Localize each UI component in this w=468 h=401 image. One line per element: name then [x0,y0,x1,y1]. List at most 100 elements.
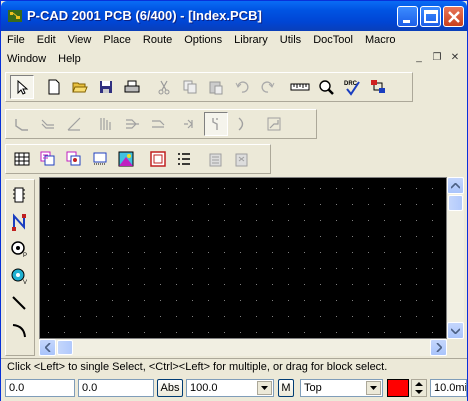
place-via-button[interactable]: V [7,264,31,288]
menu-doctool[interactable]: DocTool [307,31,359,49]
menu-options[interactable]: Options [178,31,228,49]
horizontal-scroll-thumb[interactable] [57,340,73,355]
report2-button[interactable] [230,147,254,171]
menu-help[interactable]: Help [52,50,87,68]
place-pad-button[interactable]: P [7,237,31,261]
route-interactive-button[interactable] [178,112,202,136]
x-coordinate-field[interactable]: 0.0 [5,379,75,397]
route-multi-button[interactable] [36,112,60,136]
route-push-button[interactable] [146,112,170,136]
menu-bar: File Edit View Place Route Options Library Util… [1,31,467,69]
cut-button[interactable] [152,75,176,99]
window-title: P-CAD 2001 PCB (6/400) - [Index.PCB] [27,8,262,23]
menu-edit[interactable]: Edit [31,31,62,49]
menu-file[interactable]: File [1,31,31,49]
chevron-down-icon [366,381,381,395]
pads-button[interactable] [62,147,86,171]
mdi-close-button[interactable]: ✕ [447,51,463,65]
grid-table-button[interactable] [10,147,34,171]
route-miter-button[interactable] [62,112,86,136]
place-component-button[interactable] [7,183,31,207]
save-button[interactable] [94,75,118,99]
list-icon [178,153,190,165]
image-button[interactable] [114,147,138,171]
chevron-right-icon [435,343,442,352]
pads-icon [66,151,81,166]
open-file-button[interactable] [68,75,92,99]
route-miter-icon [67,117,81,131]
minimize-button[interactable] [397,6,418,27]
close-button[interactable] [443,6,464,27]
pcb-design-canvas[interactable] [39,177,447,339]
horizontal-scrollbar[interactable] [39,339,447,356]
menu-view[interactable]: View [62,31,98,49]
line-width-field[interactable]: 10.0mi [430,379,467,397]
y-coordinate-field[interactable]: 0.0 [78,379,154,397]
undo-button[interactable] [230,75,254,99]
menu-macro[interactable]: Macro [359,31,402,49]
abs-button[interactable]: Abs [157,379,183,397]
copy-icon [183,80,197,94]
grid-select[interactable]: 100.0 [186,379,274,397]
chevron-up-icon [451,182,460,189]
route-arc-button[interactable] [230,112,254,136]
maximize-icon [424,10,438,23]
route-diagonal-button[interactable] [262,112,286,136]
netlist-button[interactable] [366,75,390,99]
place-arc-icon [12,324,26,338]
measure-ruler-icon [290,83,310,91]
menu-library[interactable]: Library [228,31,274,49]
copy-button[interactable] [178,75,202,99]
drc-button[interactable]: DRC [340,75,364,99]
route-manual-button[interactable] [10,112,34,136]
menu-route[interactable]: Route [137,31,178,49]
list-button[interactable] [172,147,196,171]
zoom-button[interactable] [314,75,338,99]
board-outline-button[interactable] [146,147,170,171]
select-button[interactable] [10,75,34,99]
m-button[interactable]: M [278,379,294,397]
layer-color-swatch[interactable] [387,379,409,397]
new-file-button[interactable] [42,75,66,99]
scroll-right-button[interactable] [430,339,447,356]
route-fanout-button[interactable] [120,112,144,136]
spinner-arrows-icon [415,382,423,394]
vertical-scroll-thumb[interactable] [448,195,463,211]
menu-place[interactable]: Place [97,31,137,49]
print-button[interactable] [120,75,144,99]
layers-button[interactable] [36,147,60,171]
line-width-spinner[interactable] [411,379,427,397]
print-icon [124,80,140,93]
via-icon [93,152,107,165]
layer-value: Top [304,382,322,394]
chevron-down-icon [451,327,460,334]
app-window: P-CAD 2001 PCB (6/400) - [Index.PCB] Fil… [0,0,468,401]
measure-button[interactable] [288,75,312,99]
route-bus-button[interactable] [94,112,118,136]
place-via-icon: V [11,268,27,285]
title-bar[interactable]: P-CAD 2001 PCB (6/400) - [Index.PCB] [1,1,467,31]
scroll-left-button[interactable] [39,339,56,356]
menu-window[interactable]: Window [1,50,52,68]
route-gloss-button[interactable] [204,112,228,136]
scroll-up-button[interactable] [447,177,464,194]
mdi-minimize-button[interactable]: _ [411,51,427,65]
redo-button[interactable] [256,75,280,99]
via-button[interactable] [88,147,112,171]
undo-icon [235,81,249,93]
menu-utils[interactable]: Utils [274,31,307,49]
paste-icon [209,81,223,95]
mdi-restore-button[interactable]: ❐ [429,51,445,65]
layer-select[interactable]: Top [300,379,383,397]
board-outline-icon [150,151,166,167]
maximize-button[interactable] [420,6,441,27]
route-push-icon [152,120,165,128]
place-arc-button[interactable] [7,318,31,342]
report-button[interactable] [204,147,228,171]
scroll-down-button[interactable] [447,322,464,339]
place-connection-button[interactable] [7,210,31,234]
vertical-scrollbar[interactable] [447,177,464,339]
place-line-button[interactable] [7,291,31,315]
scroll-corner [447,339,464,356]
paste-button[interactable] [204,75,228,99]
